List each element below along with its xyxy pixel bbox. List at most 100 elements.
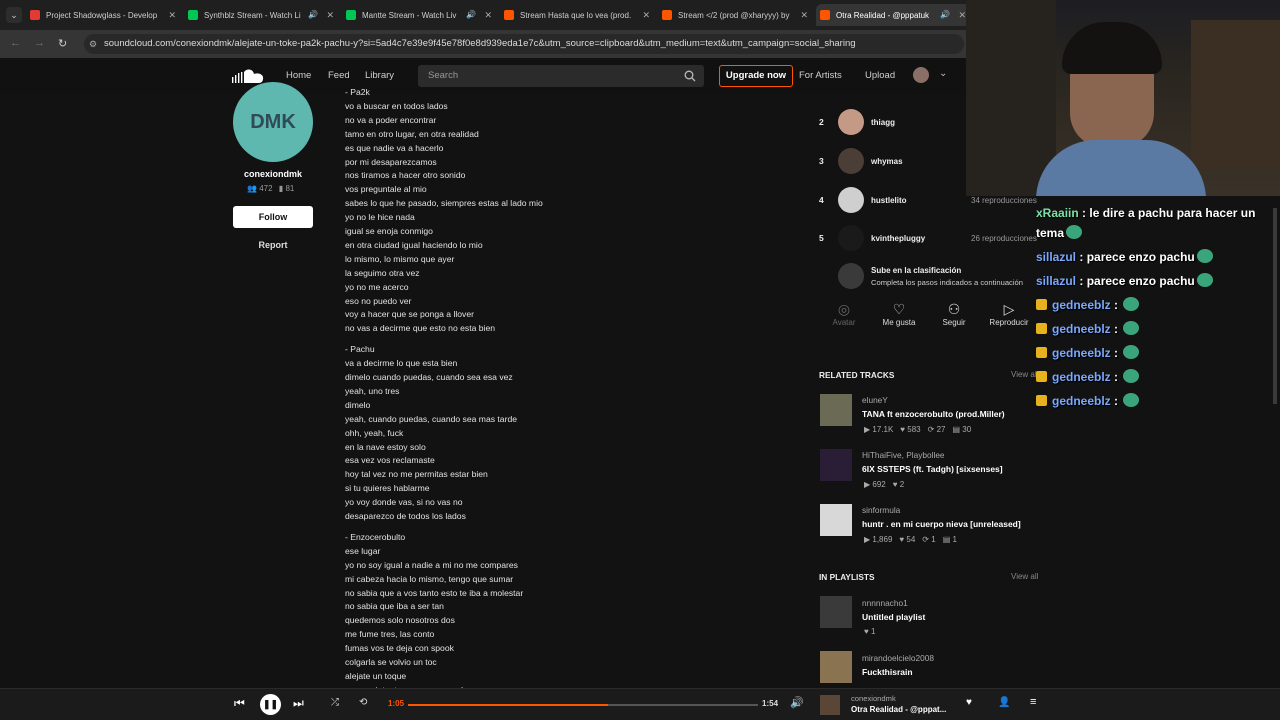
artist-avatar[interactable]: DMK (233, 82, 313, 162)
chat-separator: : (1076, 274, 1087, 288)
soundcloud-logo-icon[interactable] (232, 68, 266, 84)
lyric-line: yeah, uno tres (345, 385, 400, 396)
user-avatar[interactable] (913, 67, 929, 83)
now-playing-artwork[interactable] (820, 695, 840, 715)
volume-icon[interactable]: 🔊 (790, 696, 804, 709)
url-field[interactable]: ⚙ soundcloud.com/conexiondmk/alejate-un-… (84, 34, 964, 54)
reload-icon[interactable]: ↻ (58, 37, 67, 50)
webcam-hair (1062, 22, 1162, 74)
search-icon[interactable] (684, 70, 696, 82)
playlist-user[interactable]: nnnnnacho1 (862, 598, 908, 608)
playlist-artwork[interactable] (820, 651, 852, 683)
chat-username: gedneeblz (1052, 394, 1111, 408)
browser-tab[interactable]: Otra Realidad - @pppatuk 🔊 ✕ (816, 4, 972, 26)
rank-avatar[interactable] (838, 148, 864, 174)
nav-upload[interactable]: Upload (865, 70, 895, 81)
rank-username[interactable]: thiagg (871, 118, 895, 127)
chat-separator: : (1078, 206, 1090, 220)
tab-list-dropdown-icon[interactable]: ⌄ (6, 7, 22, 23)
pause-button[interactable]: ❚❚ (260, 694, 281, 715)
now-playing-user[interactable]: conexiondmk (851, 694, 896, 703)
rank-username[interactable]: whymas (871, 157, 903, 166)
followers-count[interactable]: 472 (259, 184, 272, 193)
tab-title: Mantte Stream - Watch Liv (362, 10, 457, 20)
tab-close-icon[interactable]: ✕ (326, 10, 334, 21)
queue-icon[interactable]: ≡ (1030, 696, 1036, 708)
rank-avatar[interactable] (838, 109, 864, 135)
crown-badge-icon (1036, 395, 1047, 406)
reposts-icon: ⟳ (922, 535, 932, 544)
rank-avatar[interactable] (838, 225, 864, 251)
track-user[interactable]: HiThaiFive, Playbollee (862, 450, 945, 460)
nav-home[interactable]: Home (286, 70, 311, 81)
rank-number: 3 (819, 156, 824, 166)
playlist-title[interactable]: Untitled playlist (862, 612, 925, 622)
track-artwork[interactable] (820, 504, 852, 536)
chat-text: parece enzo pachu (1086, 274, 1195, 288)
likes-count: 54 (906, 535, 916, 544)
lyric-line: yeah, cuando puedas, cuando sea mas tard… (345, 413, 517, 424)
browser-tab[interactable]: Project Shadowglass - Develop ✕ (26, 4, 182, 26)
search-input[interactable]: Search (418, 65, 704, 87)
tab-audio-icon[interactable]: 🔊 (940, 10, 950, 19)
shuffle-icon[interactable]: ⤮ (331, 697, 339, 708)
chat-scrollbar[interactable] (1273, 208, 1277, 404)
rank-avatar[interactable] (838, 187, 864, 213)
chat-emote-icon (1123, 297, 1140, 311)
browser-tab[interactable]: Stream </2 (prod @xharyyy) by ✕ (658, 4, 814, 26)
repeat-icon[interactable]: ⟲ (359, 697, 367, 708)
next-icon[interactable]: ⏭ (293, 696, 304, 711)
upgrade-now-button[interactable]: Upgrade now (719, 65, 793, 87)
follow-button[interactable]: Follow (233, 206, 313, 228)
nav-feed[interactable]: Feed (328, 70, 350, 81)
tab-favicon-icon (30, 10, 40, 20)
report-button[interactable]: Report (233, 240, 313, 250)
like-action-button[interactable]: ♡ Me gusta (877, 300, 921, 336)
now-playing-title[interactable]: Otra Realidad - @pppat... (851, 705, 946, 714)
playlist-artwork[interactable] (820, 596, 852, 628)
playlists-view-all-link[interactable]: View all (1011, 572, 1038, 581)
track-title[interactable]: 6IX SSTEPS (ft. Tadgh) [sixsenses] (862, 464, 1003, 474)
lyric-line: hoy tal vez no me permitas estar bien (345, 469, 488, 480)
browser-tab[interactable]: Mantte Stream - Watch Liv 🔊 ✕ (342, 4, 498, 26)
nav-for-artists[interactable]: For Artists (799, 70, 842, 81)
nav-library[interactable]: Library (365, 70, 394, 81)
artist-name[interactable]: conexiondmk (233, 169, 313, 179)
tab-close-icon[interactable]: ✕ (800, 10, 808, 21)
track-user[interactable]: eluneY (862, 395, 888, 405)
previous-icon[interactable]: ⏮ (234, 696, 245, 711)
progress-track[interactable] (408, 704, 758, 706)
chat-separator: : (1110, 370, 1122, 384)
tab-close-icon[interactable]: ✕ (484, 10, 492, 21)
back-icon[interactable]: ← (10, 37, 21, 49)
chevron-down-icon[interactable]: ⌄ (939, 68, 947, 79)
site-info-icon[interactable]: ⚙ (89, 34, 97, 54)
webcam-shirt (1036, 140, 1206, 196)
tab-audio-icon[interactable]: 🔊 (308, 10, 318, 19)
playlist-user[interactable]: mirandoelcielo2008 (862, 653, 934, 663)
forward-icon[interactable]: → (34, 37, 45, 49)
likes-count: 1 (870, 627, 876, 636)
likes-count: 2 (899, 480, 905, 489)
track-user[interactable]: sinformula (862, 505, 900, 515)
play-action-button[interactable]: ▷ Reproducir (987, 300, 1031, 336)
tab-close-icon[interactable]: ✕ (958, 10, 966, 21)
track-artwork[interactable] (820, 394, 852, 426)
like-icon[interactable]: ♥ (966, 697, 972, 708)
browser-tab[interactable]: Stream Hasta que lo vea (prod. ✕ (500, 4, 656, 26)
following-count[interactable]: 81 (285, 184, 294, 193)
playlist-title[interactable]: Fuckthisrain (862, 667, 913, 677)
track-title[interactable]: huntr . en mi cuerpo nieva [unreleased] (862, 519, 1021, 529)
track-artwork[interactable] (820, 449, 852, 481)
track-title[interactable]: TANA ft enzocerobulto (prod.Miller) (862, 409, 1005, 419)
follow-action-button[interactable]: ⚇ Seguir (932, 300, 976, 336)
rank-username[interactable]: hustlelito (871, 196, 907, 205)
rank-username[interactable]: kvinthepluggy (871, 234, 925, 243)
tab-audio-icon[interactable]: 🔊 (466, 10, 476, 19)
tab-close-icon[interactable]: ✕ (642, 10, 650, 21)
tab-close-icon[interactable]: ✕ (168, 10, 176, 21)
browser-tab[interactable]: Synthblz Stream - Watch Li 🔊 ✕ (184, 4, 340, 26)
follow-artist-icon[interactable]: 👤 (998, 697, 1010, 708)
chat-message: gedneeblz : (1036, 391, 1276, 411)
comments-icon: ▤ (952, 425, 963, 434)
